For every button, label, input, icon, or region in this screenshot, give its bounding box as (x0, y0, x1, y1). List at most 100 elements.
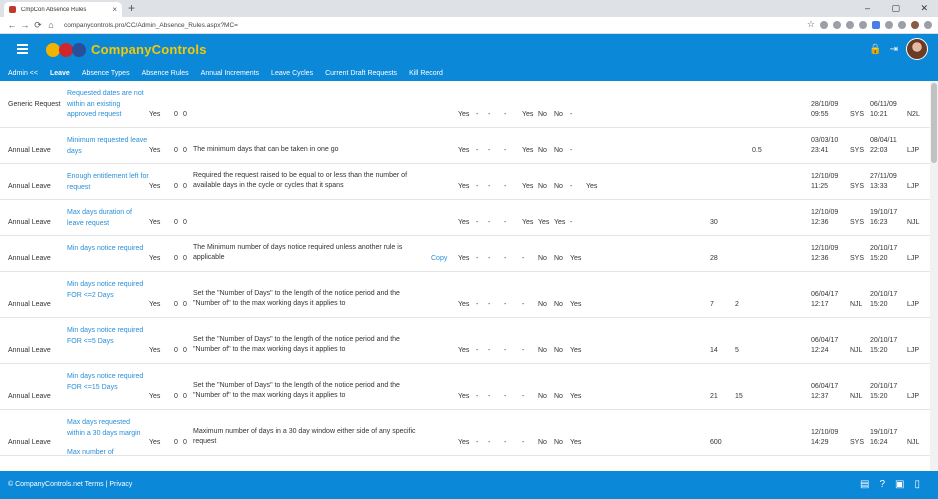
footer-text[interactable]: © CompanyControls.net Terms | Privacy (8, 481, 132, 488)
flag-value: Yes (458, 111, 470, 118)
browser-tab[interactable]: CmpCon Absence Rules × (4, 2, 122, 17)
flag-value: No (538, 255, 547, 262)
modified-by-system: SYS (850, 183, 865, 190)
flag-value: Yes (586, 183, 598, 190)
flag-value: Yes (458, 147, 470, 154)
footer: © CompanyControls.net Terms | Privacy ▤ … (0, 471, 938, 499)
flag-value: - (476, 439, 479, 446)
flag-value: - (504, 301, 507, 308)
rule-name-link[interactable]: Min days notice required FOR <=5 Days (67, 326, 149, 347)
rule-name-link[interactable]: Min days notice required FOR <=2 Days (67, 280, 149, 301)
rule-name-link[interactable]: Min days notice required (67, 244, 149, 255)
modified-date: 20/10/17 (870, 290, 898, 298)
menu-item-leave-cycles[interactable]: Leave Cycles (271, 70, 313, 77)
number-of-value: 5 (735, 347, 739, 354)
mobile-icon[interactable]: ▯ (914, 479, 920, 490)
browser-profile-icon[interactable] (911, 20, 919, 29)
number-of-days-value: 14 (710, 347, 718, 354)
url-field[interactable]: companycontrols.pro/CC/Admin_Absence_Rul… (64, 22, 238, 29)
flag-value: No (538, 347, 547, 354)
menu-item-leave[interactable]: Leave (50, 70, 70, 77)
count-value: 0 (174, 347, 178, 354)
count-value: 0 (174, 183, 178, 190)
rule-name-link[interactable]: Max number of (67, 448, 149, 459)
back-button[interactable]: ← (6, 20, 18, 30)
flag-value: - (504, 439, 507, 446)
extension-icon[interactable] (846, 20, 854, 29)
scrollbar[interactable] (930, 81, 938, 471)
rule-name-link[interactable]: Max days requested within a 30 days marg… (67, 418, 149, 439)
flag-value: No (554, 255, 563, 262)
modified-time: 10:21 (870, 111, 888, 118)
created-by: NJL (850, 347, 863, 354)
extension-icon[interactable] (885, 20, 893, 29)
absence-type-cell: Annual Leave (8, 183, 51, 190)
menu-item-absence-rules[interactable]: Absence Rules (142, 70, 189, 77)
absence-type-cell: Annual Leave (8, 439, 51, 446)
menu-dots-icon[interactable] (924, 20, 932, 29)
home-button[interactable]: ⌂ (45, 20, 57, 30)
modified-by-user: LJP (907, 147, 920, 154)
menu-item-absence-types[interactable]: Absence Types (82, 70, 130, 77)
modified-date: 20/10/17 (870, 244, 898, 252)
extension-icon[interactable] (820, 20, 828, 29)
flag-value: No (554, 347, 563, 354)
new-tab-button[interactable]: + (128, 2, 135, 14)
created-time: 12:36 (811, 219, 829, 226)
extension-icon[interactable] (872, 20, 880, 29)
extension-icon[interactable] (859, 20, 867, 29)
flag-value: Yes (554, 219, 566, 226)
flag-value: Yes (458, 393, 470, 400)
absence-rules-table: Yes 0 0 Yes - - - Yes No No - Generic Request Reques… (0, 81, 930, 471)
app-header: CompanyControls 🔒 ⇥ (0, 34, 938, 66)
maximize-button[interactable]: ▢ (891, 2, 900, 14)
menu-item-kill-record[interactable]: Kill Record (409, 70, 443, 77)
menu-item-current-draft-requests[interactable]: Current Draft Requests (325, 70, 397, 77)
enabled-value: Yes (149, 393, 161, 400)
enabled-value: Yes (149, 301, 161, 308)
flag-value: Yes (458, 255, 470, 262)
rule-name-link[interactable]: Min days notice required FOR <=15 Days (67, 372, 149, 393)
flag-value: - (476, 393, 479, 400)
forward-button[interactable]: → (19, 20, 31, 30)
count-value: 0 (174, 219, 178, 226)
flag-value: - (476, 111, 479, 118)
count-value: 0 (183, 219, 187, 226)
help-icon[interactable]: ? (879, 479, 885, 490)
menu-item-annual-increments[interactable]: Annual Increments (201, 70, 259, 77)
modified-by-user: LJP (907, 301, 920, 308)
number-of-days-value: 7 (710, 301, 714, 308)
tab-close-icon[interactable]: × (112, 5, 117, 14)
minimize-button[interactable]: – (865, 2, 870, 14)
modified-date: 19/10/17 (870, 208, 898, 216)
count-value: 0 (183, 301, 187, 308)
extension-icon[interactable] (833, 20, 841, 29)
logo: CompanyControls (46, 42, 207, 57)
close-window-button[interactable]: ✕ (920, 2, 928, 14)
reload-button[interactable]: ⟳ (32, 20, 44, 31)
logout-icon[interactable]: ⇥ (890, 44, 898, 55)
hamburger-menu-icon[interactable] (17, 44, 28, 56)
bookmark-star-icon[interactable]: ☆ (807, 20, 815, 29)
message-icon[interactable]: ▣ (895, 479, 904, 490)
flag-value: No (538, 393, 547, 400)
enabled-value: Yes (149, 147, 161, 154)
rule-name-link[interactable]: Max days duration of leave request (67, 208, 149, 229)
copy-link[interactable]: Copy (431, 254, 447, 265)
rule-name-link[interactable]: Requested dates are not within an existi… (67, 89, 149, 121)
enabled-value: Yes (149, 347, 161, 354)
rule-name-link[interactable]: Minimum requested leave days (67, 136, 149, 157)
flag-value: - (476, 183, 479, 190)
menu-item-admin[interactable]: Admin << (8, 70, 38, 77)
count-value: 0 (183, 347, 187, 354)
puzzle-icon[interactable] (898, 20, 906, 29)
absence-type-cell: Generic Request (8, 100, 61, 108)
scrollbar-thumb[interactable] (931, 83, 937, 163)
flag-value: No (538, 111, 547, 118)
rule-name-link[interactable]: Enough entitlement left for request (67, 172, 149, 193)
flag-value: Yes (570, 439, 582, 446)
flag-value: - (476, 219, 479, 226)
lock-icon[interactable]: 🔒 (869, 44, 881, 55)
chat-icon[interactable]: ▤ (860, 479, 869, 490)
avatar[interactable] (906, 38, 928, 60)
